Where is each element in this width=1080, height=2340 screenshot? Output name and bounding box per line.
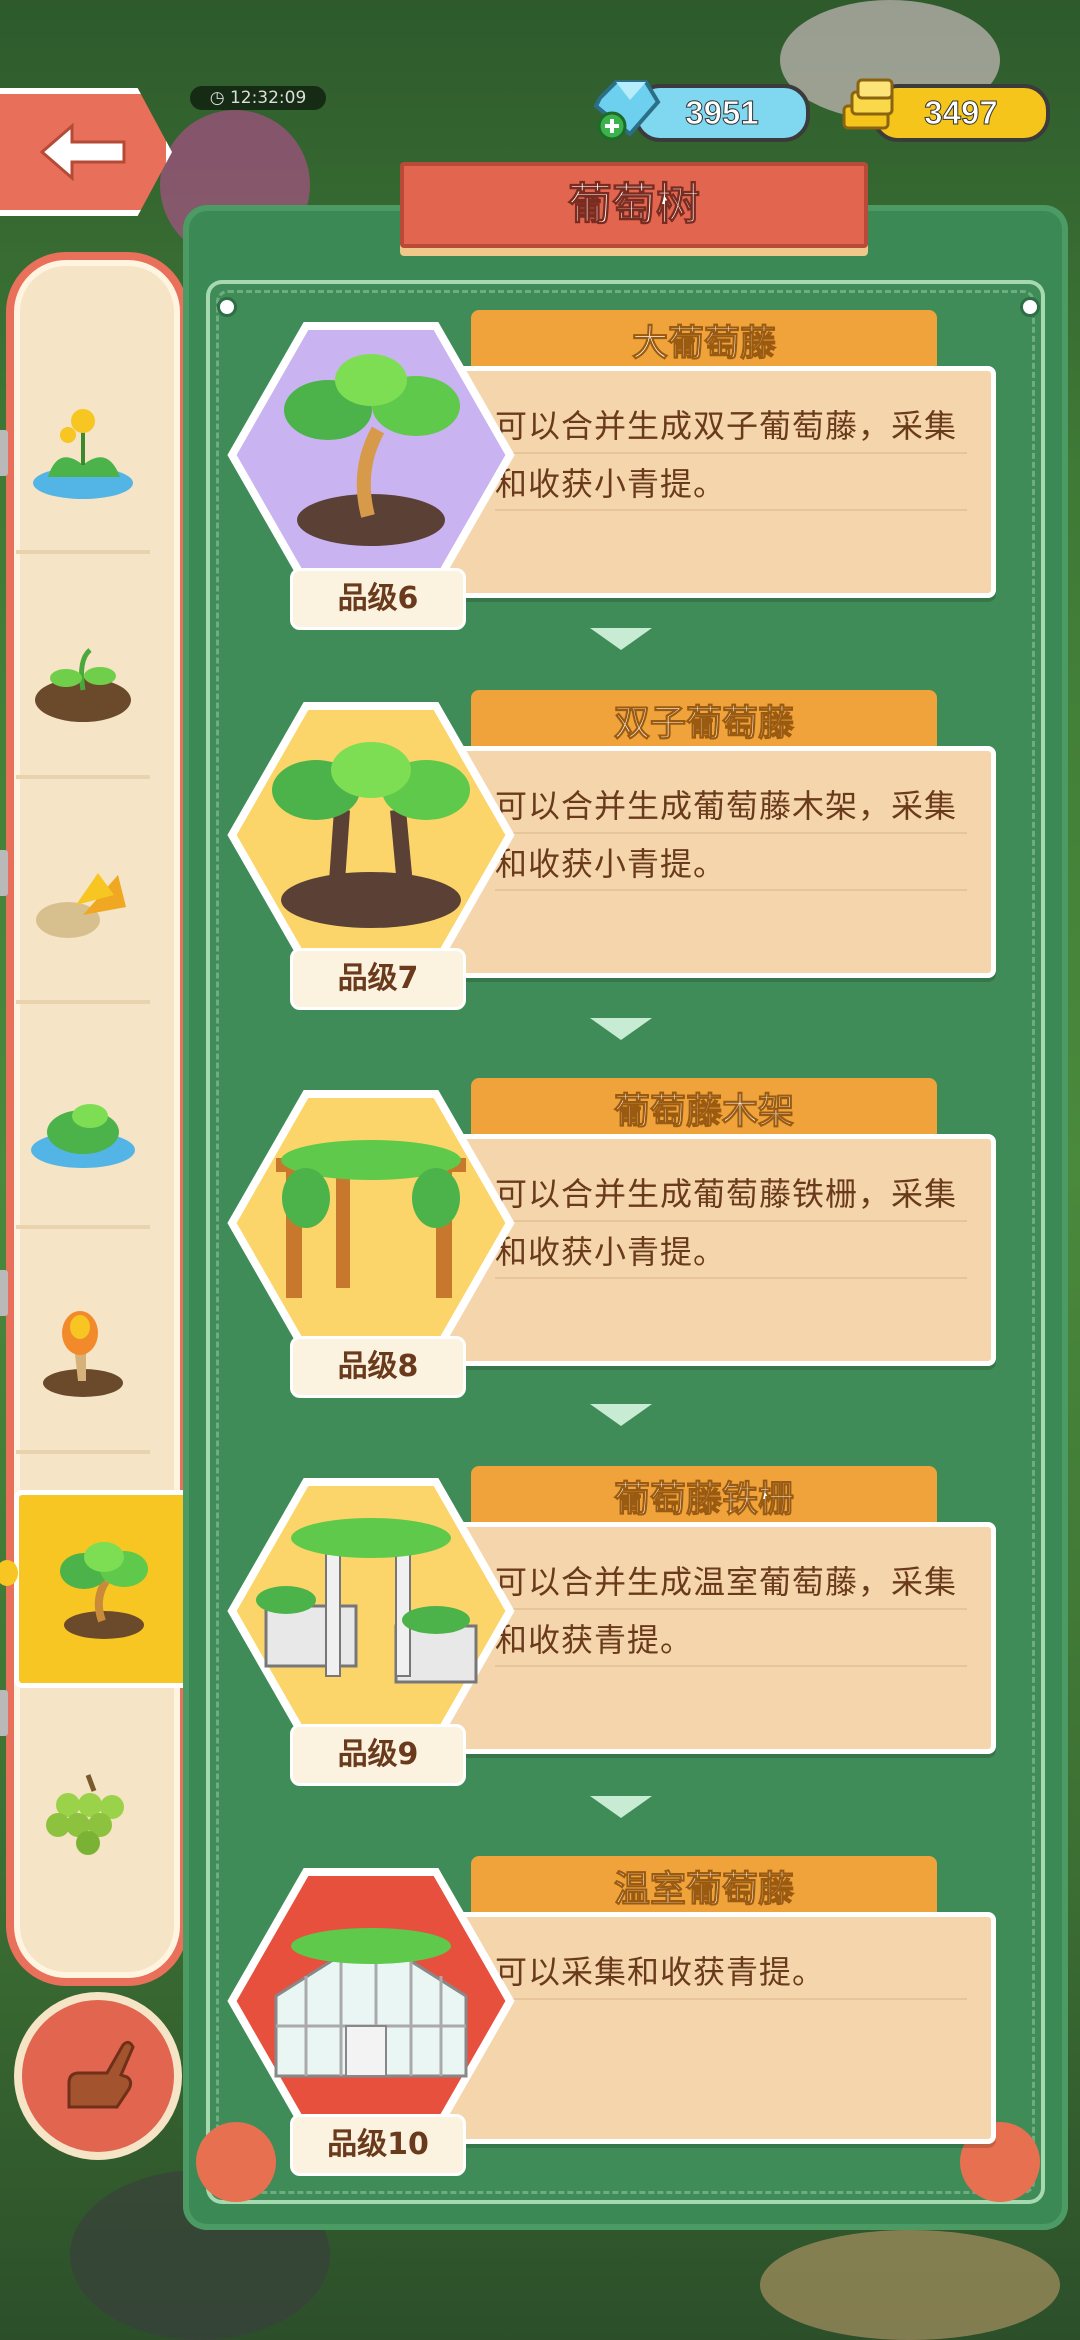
gold-count: 3497 — [924, 94, 998, 132]
grape-wooden-trellis-icon — [227, 1090, 515, 1356]
sidebar-hinge — [0, 1270, 8, 1316]
item-description: 可以合并生成温室葡萄藤，采集和收获青提。 — [495, 1553, 967, 1669]
grade-label: 品级9 — [290, 1724, 466, 1786]
grape-tree-icon — [60, 1542, 148, 1639]
arrow-left-icon — [39, 122, 126, 182]
item-card-7[interactable]: 双子葡萄藤 可以合并生成葡萄藤木架，采集和收获小青提。 品级7 — [226, 690, 1006, 1010]
back-button[interactable] — [0, 88, 172, 216]
grapes-icon — [46, 1774, 124, 1855]
sidebar-item-grape-tree[interactable] — [14, 1490, 194, 1688]
grade-label: 品级10 — [290, 2114, 466, 2176]
gold-coin-icon[interactable] — [838, 76, 902, 140]
big-grape-vine-icon — [227, 322, 515, 588]
greenhouse-grape-vine-icon — [227, 1868, 515, 2134]
pointer-button[interactable] — [14, 1992, 182, 2160]
sidebar-hinge — [0, 430, 8, 476]
sidebar-hinge — [0, 1690, 8, 1736]
clock: ◷ 12:32:09 — [190, 86, 326, 110]
bush-pond-icon — [31, 1104, 135, 1168]
sidebar-item-leaf[interactable] — [16, 800, 150, 1004]
chevron-down-icon — [590, 1018, 652, 1040]
twin-grape-vine-icon — [227, 702, 515, 968]
sidebar-item-bush[interactable] — [16, 1025, 150, 1229]
grade-label: 品级6 — [290, 568, 466, 630]
background-decoration — [760, 2230, 1060, 2340]
grape-iron-fence-icon — [227, 1478, 515, 1744]
torch-plant-icon — [43, 1311, 123, 1397]
gem-icon[interactable] — [590, 76, 662, 142]
sidebar-item-flower[interactable] — [16, 350, 150, 554]
gem-count: 3951 — [685, 94, 759, 132]
chevron-down-icon — [590, 628, 652, 650]
hand-pointer-icon — [67, 2040, 135, 2109]
page-title: 葡萄树 — [400, 162, 868, 248]
rivet — [1020, 297, 1040, 317]
grade-label: 品级7 — [290, 948, 466, 1010]
item-description: 可以合并生成葡萄藤铁栅，采集和收获小青提。 — [495, 1165, 967, 1281]
item-description: 可以采集和收获青提。 — [495, 1943, 967, 2001]
sidebar-item-torch[interactable] — [16, 1250, 150, 1454]
chevron-down-icon — [590, 1796, 652, 1818]
leaf-rock-icon — [36, 873, 126, 938]
item-description: 可以合并生成双子葡萄藤，采集和收获小青提。 — [495, 397, 967, 513]
sidebar-hinge — [0, 850, 8, 896]
item-card-9[interactable]: 葡萄藤铁栅 可以合并生成温室葡萄藤，采集和收获青提。 品级9 — [226, 1466, 1006, 1786]
grade-label: 品级8 — [290, 1336, 466, 1398]
flower-pond-icon — [33, 409, 133, 499]
item-card-8[interactable]: 葡萄藤木架 可以合并生成葡萄藤铁栅，采集和收获小青提。 品级8 — [226, 1078, 1006, 1398]
item-card-10[interactable]: 温室葡萄藤 可以采集和收获青提。 品级10 — [226, 1856, 1006, 2176]
sprout-icon — [35, 648, 131, 722]
clock-text: 12:32:09 — [229, 88, 307, 108]
chevron-down-icon — [590, 1404, 652, 1426]
sidebar-item-grapes[interactable] — [16, 1710, 150, 1910]
sidebar-item-sprout[interactable] — [16, 575, 150, 779]
item-card-6[interactable]: 大葡萄藤 可以合并生成双子葡萄藤，采集和收获小青提。 品级6 — [226, 310, 1006, 630]
item-description: 可以合并生成葡萄藤木架，采集和收获小青提。 — [495, 777, 967, 893]
